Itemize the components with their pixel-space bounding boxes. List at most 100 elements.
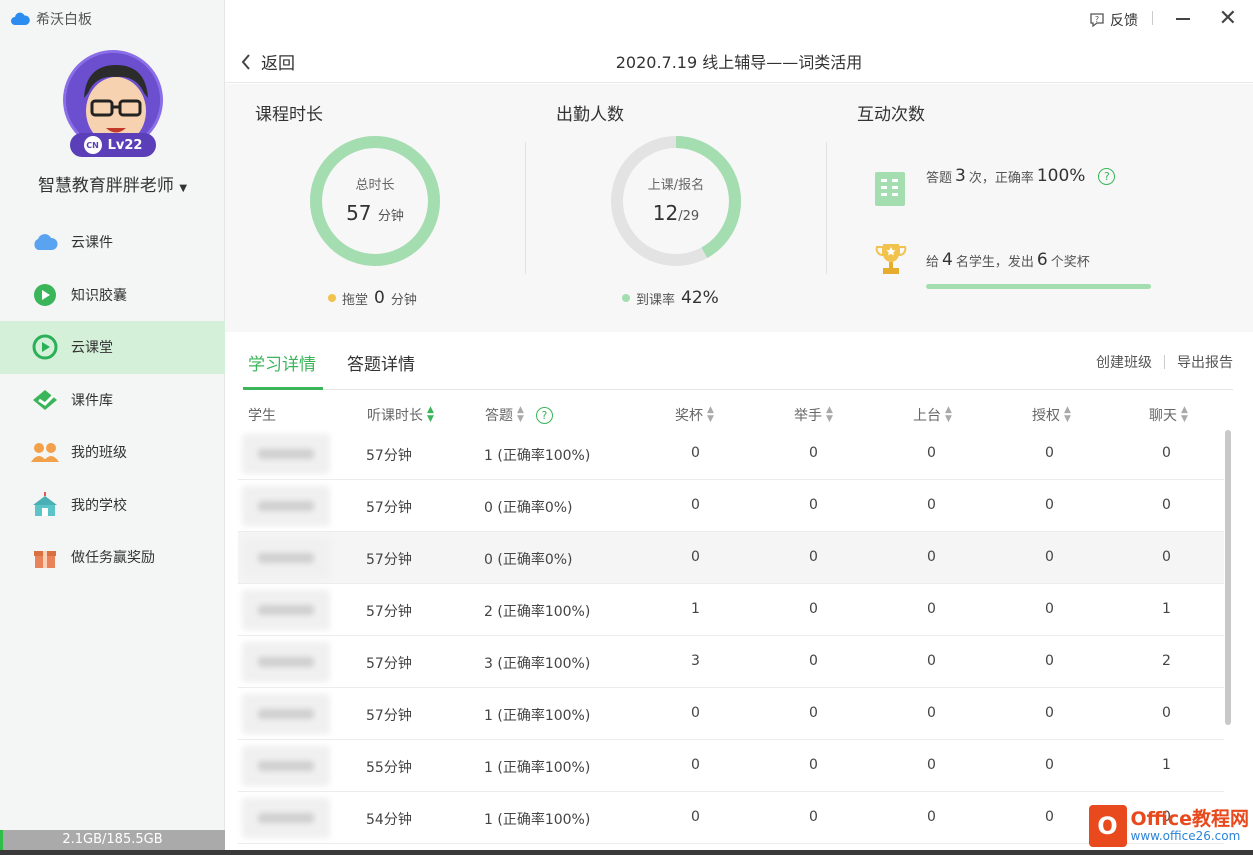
sort-icon: ▲ ▼ — [1064, 405, 1071, 424]
caret-down-icon: ▼ — [179, 183, 188, 194]
answer-summary: 答题 3 次，正确率 100% ? — [926, 166, 1116, 186]
student-name-blurred — [242, 694, 330, 734]
table-row[interactable]: 57分钟 3 (正确率100%) 3 0 0 0 2 — [238, 636, 1224, 688]
table-scrollbar[interactable] — [1225, 430, 1231, 725]
help-icon[interactable]: ? — [1098, 167, 1116, 185]
table-row[interactable]: 57分钟 0 (正确率0%) 0 0 0 0 0 — [238, 480, 1224, 532]
sidebar: 希沃白板 CN Lv22 智慧教育胖胖老师 ▼ 云课件 知识胶囊 云课堂 课件库… — [0, 0, 225, 855]
col-chat[interactable]: 聊天 ▲ ▼ — [1149, 405, 1188, 425]
table-cell: 0 — [691, 445, 700, 461]
page-title: 2020.7.19 线上辅导——词类活用 — [615, 53, 863, 72]
table-cell: 0 — [927, 653, 936, 669]
answer-sheet-icon — [875, 172, 905, 206]
cn-badge-icon: CN — [83, 136, 102, 154]
col-student: 学生 — [248, 408, 276, 424]
create-class-button[interactable]: 创建班级 — [1096, 352, 1152, 372]
office-logo-icon: O — [1088, 805, 1127, 847]
table-cell: 0 — [809, 653, 818, 669]
sidebar-item-task-rewards[interactable]: 做任务赢奖励 — [0, 531, 225, 584]
table-cell: 0 — [927, 705, 936, 721]
stats-divider — [525, 142, 526, 274]
table-row[interactable]: 57分钟 2 (正确率100%) 1 0 0 0 1 — [238, 584, 1224, 636]
table-cell: 0 — [691, 549, 700, 565]
table-cell: 0 — [1045, 705, 1054, 721]
col-answers[interactable]: 答题 ▲ ▼? — [485, 405, 553, 425]
total-duration-label: 总时长 — [355, 178, 395, 193]
table-cell: 57分钟 — [366, 500, 412, 516]
table-cell: 0 — [1162, 549, 1171, 565]
duration-ring-text: 总时长 57 分钟 — [309, 174, 441, 225]
table-cell: 0 — [1045, 653, 1054, 669]
table-row[interactable]: 57分钟 1 (正确率100%) 0 0 0 0 0 — [238, 428, 1224, 480]
page-header: 返回 2020.7.19 线上辅导——词类活用 — [225, 38, 1253, 83]
sort-icon: ▲ ▼ — [517, 405, 524, 424]
table-cell: 1 (正确率100%) — [484, 760, 591, 776]
student-name-blurred — [242, 642, 330, 682]
table-cell: 0 — [1045, 809, 1054, 825]
table-cell: 57分钟 — [366, 448, 412, 464]
sort-icon: ▲ ▼ — [427, 405, 434, 424]
sidebar-item-cloud-classroom[interactable]: 云课堂 — [0, 321, 225, 374]
table-body: 57分钟 1 (正确率100%) 0 0 0 0 0 57分钟 0 (正确率0%) 0 0 0 0 0 57… — [238, 428, 1224, 844]
sidebar-item-my-school[interactable]: 我的学校 — [0, 479, 225, 532]
attendance-heading: 出勤人数 — [556, 105, 624, 125]
sidebar-item-knowledge-capsule[interactable]: 知识胶囊 — [0, 269, 225, 322]
sidebar-item-my-class[interactable]: 我的班级 — [0, 426, 225, 479]
col-trophy[interactable]: 奖杯 ▲ ▼ — [675, 405, 714, 425]
capsule-icon — [31, 281, 59, 309]
table-cell: 2 (正确率100%) — [484, 604, 591, 620]
help-icon[interactable]: ? — [535, 406, 553, 424]
table-row[interactable]: 57分钟 1 (正确率100%) 0 0 0 0 0 — [238, 688, 1224, 740]
col-on-stage[interactable]: 上台 ▲ ▼ — [913, 405, 952, 425]
table-cell: 0 — [927, 757, 936, 773]
table-cell: 57分钟 — [366, 552, 412, 568]
table-cell: 0 — [927, 549, 936, 565]
col-raise-hand[interactable]: 举手 ▲ ▼ — [794, 405, 833, 425]
sort-icon: ▲ ▼ — [707, 405, 714, 424]
col-authorize[interactable]: 授权 ▲ ▼ — [1032, 405, 1071, 425]
table-row[interactable]: 54分钟 1 (正确率100%) 0 0 0 0 0 — [238, 792, 1224, 844]
detail-tabs: 学习详情 答题详情 创建班级 导出报告 — [243, 332, 1233, 390]
feedback-button[interactable]: ? 反馈 — [1089, 10, 1138, 30]
sidebar-item-courseware-library[interactable]: 课件库 — [0, 374, 225, 427]
teacher-name-dropdown[interactable]: 智慧教育胖胖老师 ▼ — [0, 171, 225, 196]
table-cell: 0 — [1045, 549, 1054, 565]
close-icon[interactable]: ✕ — [1219, 6, 1237, 31]
stats-panel: 课程时长 出勤人数 互动次数 总时长 57 分钟 拖堂 0 分钟 上课/报名 1… — [225, 84, 1253, 332]
table-cell: 0 — [927, 445, 936, 461]
table-cell: 0 (正确率0%) — [484, 500, 573, 516]
active-tab-indicator — [243, 387, 323, 390]
table-cell: 0 — [809, 705, 818, 721]
table-row[interactable]: 55分钟 1 (正确率100%) 0 0 0 0 1 — [238, 740, 1224, 792]
sort-icon: ▲ ▼ — [945, 405, 952, 424]
table-cell: 1 (正确率100%) — [484, 812, 591, 828]
minimize-icon[interactable] — [1176, 18, 1190, 20]
col-listen-duration[interactable]: 听课时长 ▲ ▼ — [367, 405, 434, 425]
table-cell: 55分钟 — [366, 760, 412, 776]
trophy-icon — [875, 244, 907, 274]
sort-icon: ▲ ▼ — [826, 405, 833, 424]
tab-actions: 创建班级 导出报告 — [1096, 352, 1233, 372]
tab-learning-details[interactable]: 学习详情 — [248, 350, 316, 375]
attendance-ring-text: 上课/报名 12/29 — [610, 174, 742, 225]
sidebar-nav: 云课件 知识胶囊 云课堂 课件库 我的班级 我的学校 做任务赢奖励 — [0, 216, 225, 584]
table-cell: 1 (正确率100%) — [484, 448, 591, 464]
cloud-logo-icon — [11, 12, 30, 25]
title-bar: ? 反馈 ✕ — [225, 0, 1253, 38]
trophy-summary: 给 4 名学生，发出 6 个奖杯 — [926, 250, 1090, 270]
table-cell: 0 — [691, 757, 700, 773]
tab-answer-details[interactable]: 答题详情 — [347, 350, 415, 375]
student-name-blurred — [242, 590, 330, 630]
class-icon — [31, 438, 59, 466]
table-cell: 0 (正确率0%) — [484, 552, 573, 568]
sidebar-item-cloud-courseware[interactable]: 云课件 — [0, 216, 225, 269]
table-cell: 3 — [691, 653, 700, 669]
table-cell: 1 — [1162, 601, 1171, 617]
app-title: 希沃白板 — [10, 9, 92, 29]
attendance-rate-stat: 到课率 42% — [622, 288, 719, 308]
table-row[interactable]: 57分钟 0 (正确率0%) 0 0 0 0 0 — [238, 532, 1224, 584]
attended-enrolled-value: 12/29 — [652, 201, 700, 225]
table-cell: 0 — [1045, 757, 1054, 773]
school-icon — [31, 491, 59, 519]
export-report-button[interactable]: 导出报告 — [1177, 352, 1233, 372]
